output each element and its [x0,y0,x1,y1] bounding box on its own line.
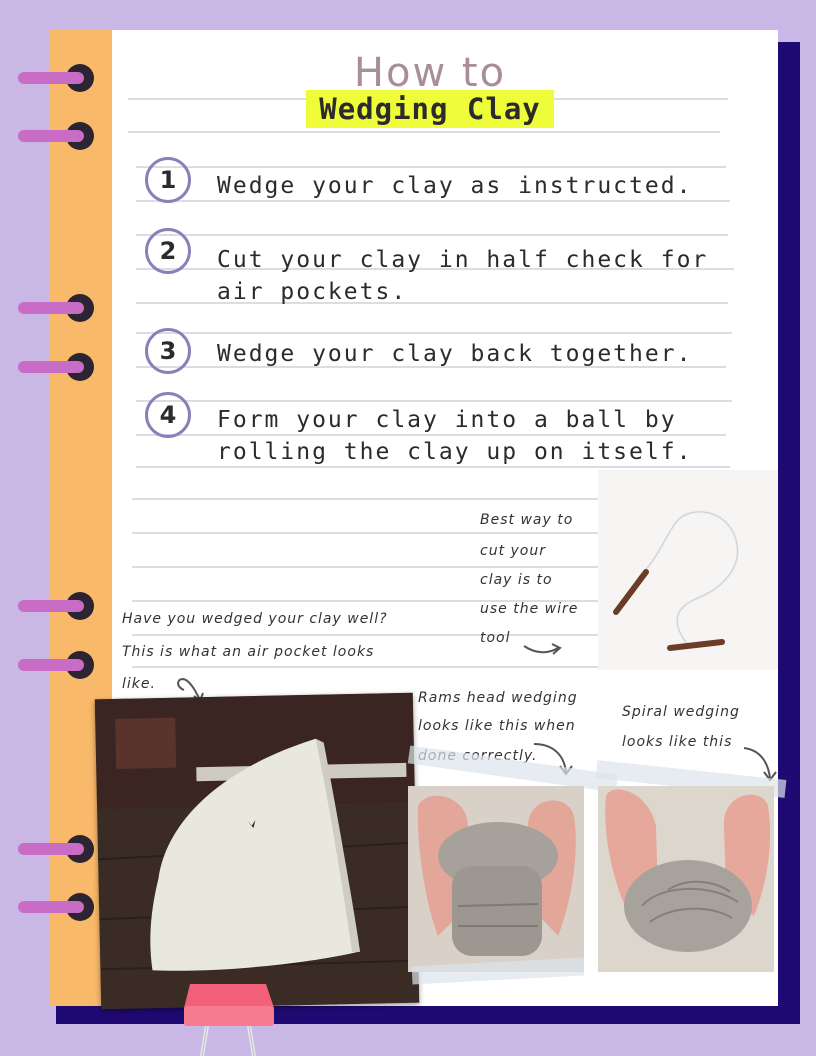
note-spiral-line-1: Spiral wedging [622,704,740,720]
ruled-line [136,400,732,402]
note-wire-line-4: use the wire [480,601,579,617]
binder-clip-icon [184,984,274,1056]
step-number-3: 3 [145,328,191,374]
binder-ring [18,651,96,681]
binder-ring [18,835,96,865]
note-air-line-1: Have you wedged your clay well? [122,611,388,627]
ruled-line [132,532,598,534]
note-wire-line-5: tool [480,630,511,646]
note-wire-line-1: Best way to [480,512,574,528]
note-air-line-3: like. [122,676,156,692]
ruled-line [132,634,598,636]
binder-ring [18,893,96,923]
binder-ring [18,122,96,152]
ruled-line [136,234,728,236]
step-number-4: 4 [145,392,191,438]
air-pocket-photo [94,692,420,1010]
note-wire-line-2: cut your [480,543,546,559]
ruled-line [132,498,598,500]
note-rams-line-2: looks like this when [418,718,576,734]
arrow-right-icon [523,643,562,655]
step-text-4: Form your clay into a ball by rolling th… [217,407,693,465]
note-wire-line-3: clay is to [480,572,553,588]
ruled-line [128,131,720,133]
ruled-line [132,666,598,668]
note-rams-line-1: Rams head wedging [418,690,578,706]
ruled-line [136,332,732,334]
step-text-3: Wedge your clay back together. [217,341,693,367]
note-spiral-line-2: looks like this [622,734,733,750]
rams-head-photo [408,786,584,972]
ruled-line [132,566,598,568]
step-text-2: Cut your clay in half check for air pock… [217,247,709,305]
step-number-2: 2 [145,228,191,274]
binder-ring [18,64,96,94]
note-air-line-2: This is what an air pocket looks [122,644,375,660]
binder-ring [18,592,96,622]
binder-ring [18,353,96,383]
page-title: Wedging Clay [319,92,541,126]
binder-ring [18,294,96,324]
step-text-1: Wedge your clay as instructed. [217,173,693,199]
wire-tool-image [598,470,778,670]
ruled-line [136,166,726,168]
step-number-1: 1 [145,157,191,203]
spiral-wedging-photo [598,786,774,972]
